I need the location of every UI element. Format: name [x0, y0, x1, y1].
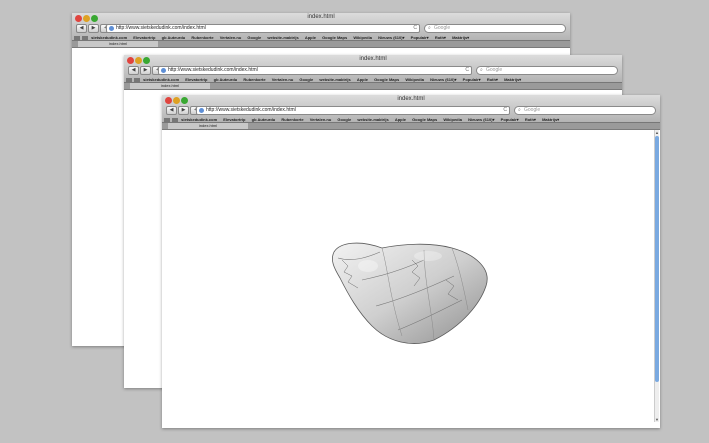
search-field[interactable]: ⌕ Google — [514, 106, 656, 115]
title-bar: index.html ◀ ▶ + http://www.sietskedudin… — [72, 13, 570, 48]
tab-bar: index.html — [162, 122, 660, 129]
forward-button[interactable]: ▶ — [140, 66, 151, 75]
globe-icon — [199, 108, 204, 113]
rock-render[interactable] — [162, 130, 660, 428]
forward-button[interactable]: ▶ — [88, 24, 99, 33]
search-icon: ⌕ — [480, 67, 483, 73]
address-text: http://www.sietskedudink.com/index.html — [116, 25, 206, 31]
tab-index[interactable]: index.html — [78, 41, 158, 47]
back-button[interactable]: ◀ — [166, 106, 177, 115]
address-bar[interactable]: http://www.sietskedudink.com/index.html … — [106, 24, 420, 33]
title-bar: index.html ◀ ▶ + http://www.sietskedudin… — [162, 95, 660, 130]
address-text: http://www.sietskedudink.com/index.html — [206, 107, 296, 113]
scroll-down-arrow-icon[interactable]: ▼ — [655, 418, 659, 422]
address-bar[interactable]: http://www.sietskedudink.com/index.html … — [196, 106, 510, 115]
scroll-up-arrow-icon[interactable]: ▲ — [655, 131, 659, 135]
tab-bar: index.html — [72, 40, 570, 47]
scroll-thumb[interactable] — [655, 136, 659, 382]
reload-icon[interactable]: C — [465, 67, 469, 74]
address-bar[interactable]: http://www.sietskedudink.com/index.html … — [158, 66, 472, 75]
search-placeholder: Google — [524, 107, 541, 113]
page-content — [162, 130, 660, 428]
search-icon: ⌕ — [518, 107, 521, 113]
window-title: index.html — [359, 56, 387, 62]
search-icon: ⌕ — [428, 25, 431, 31]
back-button[interactable]: ◀ — [76, 24, 87, 33]
tab-bar: index.html — [124, 82, 622, 89]
globe-icon — [109, 26, 114, 31]
window-title: index.html — [307, 14, 335, 20]
address-text: http://www.sietskedudink.com/index.html — [168, 67, 258, 73]
back-button[interactable]: ◀ — [128, 66, 139, 75]
globe-icon — [161, 68, 166, 73]
tab-index[interactable]: index.html — [130, 83, 210, 89]
search-field[interactable]: ⌕ Google — [476, 66, 618, 75]
search-placeholder: Google — [486, 67, 503, 73]
browser-window-front: index.html ◀ ▶ + http://www.sietskedudin… — [162, 95, 660, 428]
tab-index[interactable]: index.html — [168, 123, 248, 129]
reload-icon[interactable]: C — [413, 25, 417, 32]
vertical-scrollbar[interactable] — [654, 130, 659, 422]
search-placeholder: Google — [434, 25, 451, 31]
title-bar: index.html ◀ ▶ + http://www.sietskedudin… — [124, 55, 622, 90]
reload-icon[interactable]: C — [503, 107, 507, 114]
forward-button[interactable]: ▶ — [178, 106, 189, 115]
window-title: index.html — [397, 96, 425, 102]
search-field[interactable]: ⌕ Google — [424, 24, 566, 33]
